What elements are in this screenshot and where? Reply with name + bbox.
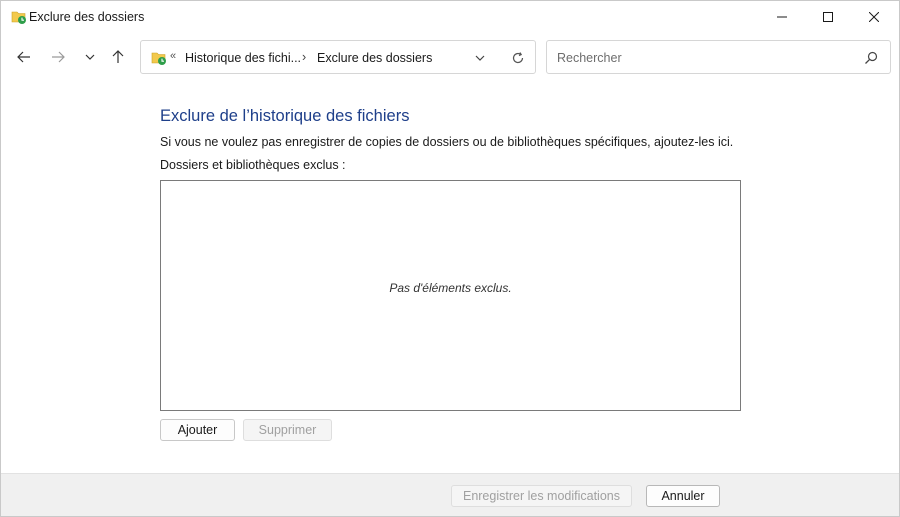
forward-button[interactable] (45, 45, 71, 71)
close-icon (869, 12, 879, 22)
breadcrumb-exclude-folders[interactable]: Exclure des dossiers (317, 51, 432, 65)
search-input[interactable] (555, 48, 859, 68)
breadcrumb-separator[interactable]: › (302, 50, 306, 64)
close-button[interactable] (851, 1, 897, 33)
exclude-folders-window: Exclure des dossiers « Historique des fi… (0, 0, 900, 517)
window-title: Exclure des dossiers (29, 10, 145, 24)
page-title: Exclure de l’historique des fichiers (160, 107, 410, 125)
search-box[interactable] (546, 40, 891, 74)
save-changes-button[interactable]: Enregistrer les modifications (451, 485, 632, 507)
breadcrumb-file-history[interactable]: Historique des fichi... (185, 51, 301, 65)
arrow-up-icon (110, 49, 126, 68)
minimize-icon (777, 12, 787, 22)
address-overflow-button[interactable]: « (170, 50, 176, 62)
add-button[interactable]: Ajouter (160, 419, 235, 441)
refresh-button[interactable] (509, 49, 527, 67)
cancel-button[interactable]: Annuler (646, 485, 720, 507)
dialog-footer: Enregistrer les modifications Annuler (1, 473, 899, 516)
remove-button[interactable]: Supprimer (243, 419, 332, 441)
empty-list-message: Pas d'éléments exclus. (389, 281, 512, 295)
file-history-icon (11, 9, 27, 25)
recent-locations-button[interactable] (77, 45, 103, 71)
up-button[interactable] (105, 45, 131, 71)
page-description: Si vous ne voulez pas enregistrer de cop… (160, 135, 734, 149)
navigation-bar: « Historique des fichi... › Exclure des … (1, 33, 899, 83)
arrow-left-icon (16, 49, 32, 68)
search-icon[interactable] (863, 50, 879, 66)
excluded-folders-list[interactable]: Pas d'éléments exclus. (160, 180, 741, 411)
maximize-icon (823, 12, 833, 22)
title-bar: Exclure des dossiers (1, 1, 899, 33)
maximize-button[interactable] (805, 1, 851, 33)
main-content: Exclure de l’historique des fichiers Si … (1, 83, 899, 473)
excluded-list-label: Dossiers et bibliothèques exclus : (160, 158, 346, 172)
chevron-down-icon (84, 51, 96, 66)
back-button[interactable] (11, 45, 37, 71)
arrow-right-icon (50, 49, 66, 68)
minimize-button[interactable] (759, 1, 805, 33)
file-history-icon (151, 50, 167, 66)
address-dropdown-button[interactable] (471, 49, 489, 67)
chevron-down-icon (475, 55, 485, 61)
address-bar[interactable]: « Historique des fichi... › Exclure des … (140, 40, 536, 74)
refresh-icon (512, 52, 524, 64)
